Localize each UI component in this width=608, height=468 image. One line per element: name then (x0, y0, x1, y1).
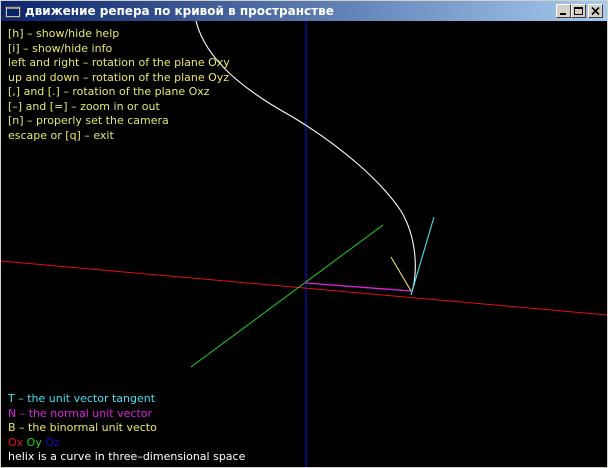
info-panel: T – the unit vector tangent N – the norm… (8, 392, 245, 465)
close-icon (591, 6, 600, 16)
axes-legend: Ox Oy Oz (8, 436, 245, 451)
axis-x-line (1, 260, 607, 316)
maximize-icon (574, 7, 583, 15)
axis-x-label: Ox (8, 435, 24, 449)
axis-z-label: Oz (45, 435, 60, 449)
axis-y-line (190, 224, 384, 368)
title-bar[interactable]: движение репера по кривой в пространстве (1, 1, 607, 21)
close-button[interactable] (588, 4, 603, 18)
help-line: [h] – show/hide help (8, 27, 120, 40)
normal-legend: N – the normal unit vector (8, 406, 153, 420)
help-panel: [h] – show/hide help [i] – show/hide inf… (8, 27, 230, 143)
gl-viewport[interactable]: [h] – show/hide help [i] – show/hide inf… (1, 21, 607, 467)
minimize-button[interactable] (556, 4, 571, 18)
help-line: [–] and [=] – zoom in or out (8, 99, 160, 113)
caption-text: helix is a curve in three–dimensional sp… (8, 450, 246, 463)
help-line: [n] – properly set the camera (8, 114, 169, 127)
minimize-icon (560, 13, 566, 15)
tangent-legend: T – the unit vector tangent (8, 392, 156, 405)
help-line: up and down – rotation of the plane Oyz (8, 70, 230, 84)
help-line: left and right – rotation of the plane O… (8, 56, 230, 69)
help-line: [,] and [.] – rotation of the plane Oxz (8, 85, 210, 98)
help-line: escape or [q] – exit (8, 128, 114, 142)
binormal-vector (390, 256, 412, 292)
maximize-button[interactable] (571, 4, 586, 18)
app-icon[interactable] (5, 4, 21, 18)
help-line: [i] – show/hide info (8, 41, 113, 55)
window-title: движение репера по кривой в пространстве (25, 4, 334, 18)
axis-y-label: Oy (26, 435, 42, 449)
app-window: движение репера по кривой в пространстве (0, 0, 608, 468)
binormal-legend: B – the binormal unit vecto (8, 421, 157, 434)
